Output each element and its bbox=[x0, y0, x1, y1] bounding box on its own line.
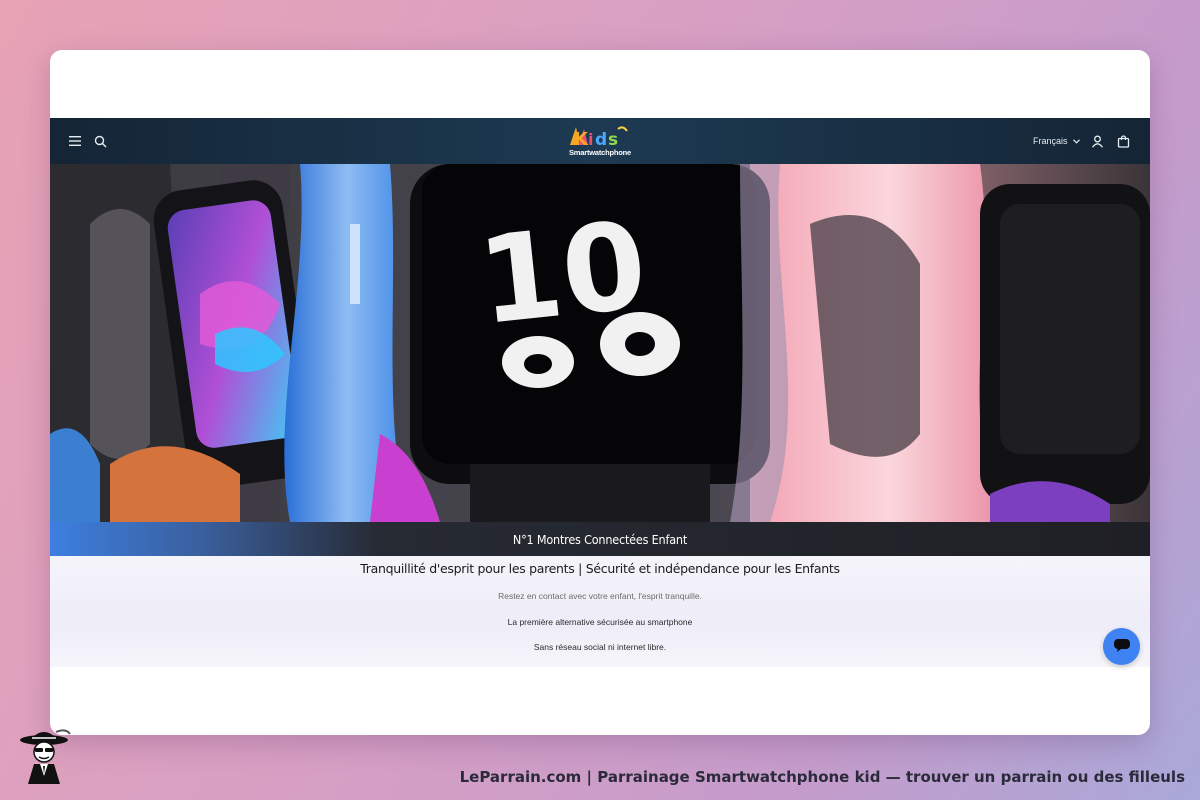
logo-letter-i: i bbox=[588, 130, 593, 149]
chat-button[interactable] bbox=[1103, 628, 1140, 665]
site-logo[interactable]: K i d s Smartwatchphone bbox=[562, 123, 638, 161]
smartwatch-hero-illustration: 10 bbox=[50, 164, 1150, 522]
hamburger-menu-icon[interactable] bbox=[64, 130, 86, 152]
user-icon[interactable] bbox=[1086, 130, 1108, 152]
logo-letter-d: d bbox=[595, 130, 607, 150]
language-selector[interactable]: Français bbox=[1033, 133, 1080, 149]
site-header: K i d s Smartwatchphone Français bbox=[50, 118, 1150, 164]
intro-line-1: Restez en contact avec votre enfant, l'e… bbox=[498, 591, 702, 601]
intro-line-2: La première alternative sécurisée au sma… bbox=[507, 617, 693, 627]
logo-letter-s: s bbox=[608, 130, 618, 150]
intro-section: Tranquillité d'esprit pour les parents |… bbox=[50, 556, 1150, 667]
search-icon[interactable] bbox=[89, 130, 111, 152]
language-label: Français bbox=[1033, 136, 1068, 146]
browser-card: K i d s Smartwatchphone Français 10 N°1 … bbox=[50, 50, 1150, 735]
chat-bubble-icon bbox=[1113, 637, 1131, 657]
banner-headline: N°1 Montres Connectées Enfant bbox=[512, 531, 688, 547]
intro-line-3: Sans réseau social ni internet libre. bbox=[533, 642, 667, 652]
logo-tagline: Smartwatchphone bbox=[568, 148, 631, 157]
intro-title: Tranquillité d'esprit pour les parents |… bbox=[360, 561, 840, 576]
headline-banner: N°1 Montres Connectées Enfant bbox=[50, 522, 1150, 556]
footer-caption: LeParrain.com | Parrainage Smartwatchpho… bbox=[459, 768, 1185, 786]
logo-letter-k: K bbox=[574, 129, 589, 150]
shopping-bag-icon[interactable] bbox=[1112, 130, 1134, 152]
chevron-down-icon bbox=[1072, 136, 1080, 146]
hero-image: 10 bbox=[50, 164, 1150, 522]
leparrain-mascot-logo bbox=[16, 726, 72, 784]
